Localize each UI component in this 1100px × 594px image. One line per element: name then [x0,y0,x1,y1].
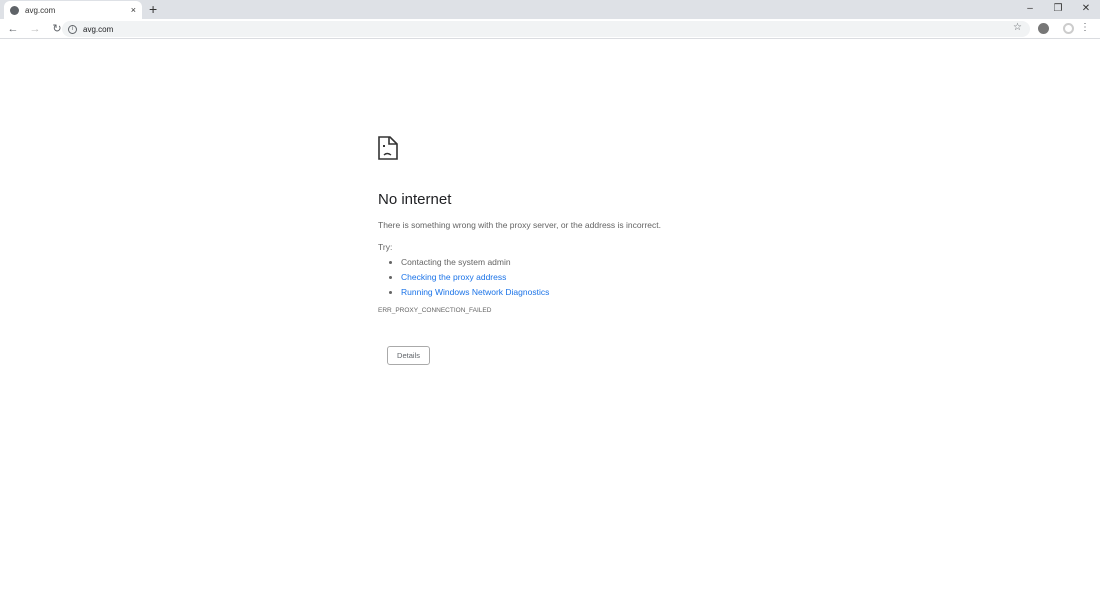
forward-button[interactable]: → [26,23,44,35]
network-diagnostics-link[interactable]: Running Windows Network Diagnostics [401,287,549,297]
tab-avg[interactable]: avg.com × [4,1,142,19]
tab-title: avg.com [25,5,56,15]
restore-button[interactable]: ❐ [1044,0,1072,19]
window-close-button[interactable]: ✕ [1072,0,1100,19]
sad-page-icon [378,136,398,160]
info-icon[interactable]: i [68,24,77,34]
toolbar: ← → ↻ i avg.com ☆ ⋮ [0,19,1100,39]
new-tab-button[interactable]: + [149,1,157,17]
minimize-button[interactable]: – [1016,0,1044,19]
address-text[interactable]: avg.com [83,25,113,34]
check-proxy-link[interactable]: Checking the proxy address [401,272,506,282]
address-bar[interactable]: i avg.com ☆ [62,21,1030,37]
error-code: ERR_PROXY_CONNECTION_FAILED [378,307,492,314]
extension-icon[interactable] [1038,23,1049,34]
suggestion-item: Contacting the system admin [401,257,778,267]
details-button[interactable]: Details [387,346,430,365]
globe-icon [10,5,19,15]
tab-strip: avg.com × + – ❐ ✕ [0,0,1100,19]
bookmark-star-icon[interactable]: ☆ [1013,22,1022,33]
tab-close-icon[interactable]: × [131,5,136,15]
error-page: No internet There is something wrong wit… [378,136,778,365]
menu-icon[interactable]: ⋮ [1080,22,1090,33]
error-description: There is something wrong with the proxy … [378,220,661,230]
suggestion-list: Contacting the system admin Checking the… [378,257,778,297]
try-label: Try: [378,242,393,252]
back-button[interactable]: ← [4,23,22,35]
error-title: No internet [378,191,452,208]
profile-avatar-icon[interactable] [1063,23,1074,34]
